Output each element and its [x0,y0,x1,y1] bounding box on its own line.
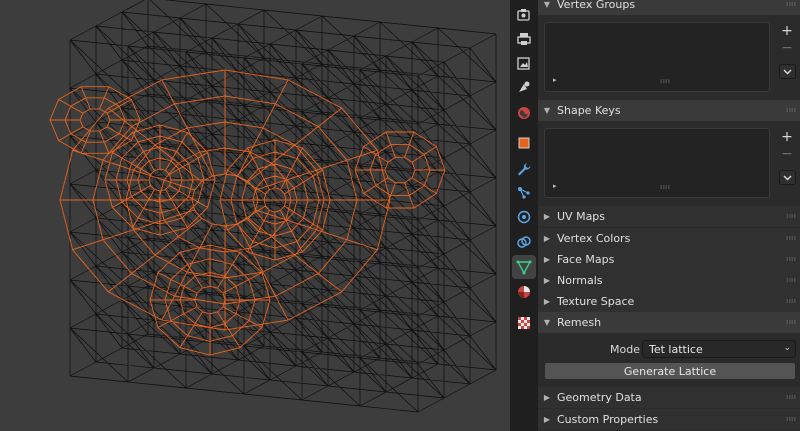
generate-lattice-button[interactable]: Generate Lattice [544,362,796,380]
tab-texture[interactable] [512,311,536,335]
physics-icon [517,210,531,224]
panel-geometry-data[interactable]: ▶ Geometry Data [538,387,800,408]
list-resize-grip-icon[interactable] [660,185,670,189]
tab-modifiers[interactable] [512,157,536,181]
remesh-mode-label: Mode [610,343,640,356]
shape-keys-list[interactable]: ▸ [544,128,770,198]
panel-vertex-colors[interactable]: ▶ Vertex Colors [538,228,800,249]
tab-render[interactable] [512,3,536,27]
panel-title: Shape Keys [557,104,621,117]
remove-vertex-group-button[interactable]: − [779,41,795,56]
render-icon [517,9,530,21]
panel-title: Remesh [557,316,602,329]
view-layer-icon [517,57,530,70]
3d-viewport[interactable] [0,0,510,431]
tab-physics[interactable] [512,205,536,229]
panel-title: Vertex Groups [557,0,636,11]
panel-shape-keys[interactable]: ▼ Shape Keys [538,100,800,121]
chevron-down-icon [783,69,792,74]
panel-title: Custom Properties [557,413,659,426]
panel-collapsed-arrow-icon: ▶ [543,255,551,264]
drag-grip-icon[interactable] [786,320,796,324]
modifier-icon [518,163,531,176]
panel-collapsed-arrow-icon: ▶ [543,276,551,285]
object-icon [518,137,530,149]
panel-custom-properties[interactable]: ▶ Custom Properties [538,409,800,430]
drag-grip-icon[interactable] [786,108,796,112]
panel-expanded-arrow-icon: ▼ [543,106,551,115]
remove-shape-key-button[interactable]: − [779,147,795,162]
properties-tab-bar [510,0,538,431]
remesh-mode-value: Tet lattice [649,342,703,356]
viewport-canvas[interactable] [0,0,510,431]
tab-material[interactable] [512,280,536,304]
panel-title: Geometry Data [557,391,642,404]
panel-collapsed-arrow-icon: ▶ [543,393,551,402]
panel-title: UV Maps [557,210,606,223]
vertex-groups-menu-button[interactable] [779,64,796,79]
mesh-data-icon [516,260,532,275]
panel-remesh[interactable]: ▼ Remesh [538,312,800,333]
constraints-icon [517,236,531,248]
list-resize-grip-icon[interactable] [660,79,670,83]
panel-face-maps[interactable]: ▶ Face Maps [538,249,800,270]
tab-mesh-data[interactable] [512,255,536,279]
drag-grip-icon[interactable] [786,278,796,282]
panel-expanded-arrow-icon: ▼ [543,318,551,327]
texture-icon [518,317,530,329]
tab-view-layer[interactable] [512,51,536,75]
panel-collapsed-arrow-icon: ▶ [543,297,551,306]
panel-uv-maps[interactable]: ▶ UV Maps [538,206,800,227]
drag-grip-icon[interactable] [786,299,796,303]
tab-object[interactable] [512,131,536,155]
world-icon [518,107,530,119]
scene-icon [519,81,530,92]
panel-texture-space[interactable]: ▶ Texture Space [538,291,800,312]
panel-collapsed-arrow-icon: ▶ [543,415,551,424]
tab-world[interactable] [512,101,536,125]
panel-expanded-arrow-icon: ▼ [543,0,551,9]
material-icon [518,286,530,298]
tab-particles[interactable] [512,181,536,205]
particles-icon [518,187,530,199]
panel-title: Vertex Colors [557,232,631,245]
drag-grip-icon[interactable] [786,417,796,421]
tab-constraints[interactable] [512,230,536,254]
panel-title: Normals [557,274,603,287]
properties-editor: ▼ Vertex Groups ▸ + − ▼ Shape Keys ▸ + −… [538,0,800,431]
lattice-cage-wireframe [69,0,497,413]
panel-collapsed-arrow-icon: ▶ [543,212,551,221]
tab-scene[interactable] [512,75,536,99]
drag-grip-icon[interactable] [786,214,796,218]
output-icon [517,33,531,45]
tab-output[interactable] [512,27,536,51]
panel-title: Face Maps [557,253,615,266]
panel-vertex-groups[interactable]: ▼ Vertex Groups [538,0,800,15]
panel-title: Texture Space [557,295,635,308]
remesh-mode-dropdown[interactable]: Tet lattice ⌄ [642,340,796,358]
drag-grip-icon[interactable] [786,257,796,261]
add-vertex-group-button[interactable]: + [779,24,795,39]
add-shape-key-button[interactable]: + [779,130,795,145]
list-expand-icon[interactable]: ▸ [553,182,557,190]
panel-normals[interactable]: ▶ Normals [538,270,800,291]
shape-keys-menu-button[interactable] [779,170,796,185]
drag-grip-icon[interactable] [786,395,796,399]
vertex-groups-list[interactable]: ▸ [544,22,770,92]
list-expand-icon[interactable]: ▸ [553,76,557,84]
chevron-down-icon [783,175,792,180]
drag-grip-icon[interactable] [786,2,796,6]
chevron-down-icon: ⌄ [783,343,791,353]
drag-grip-icon[interactable] [786,236,796,240]
panel-collapsed-arrow-icon: ▶ [543,234,551,243]
